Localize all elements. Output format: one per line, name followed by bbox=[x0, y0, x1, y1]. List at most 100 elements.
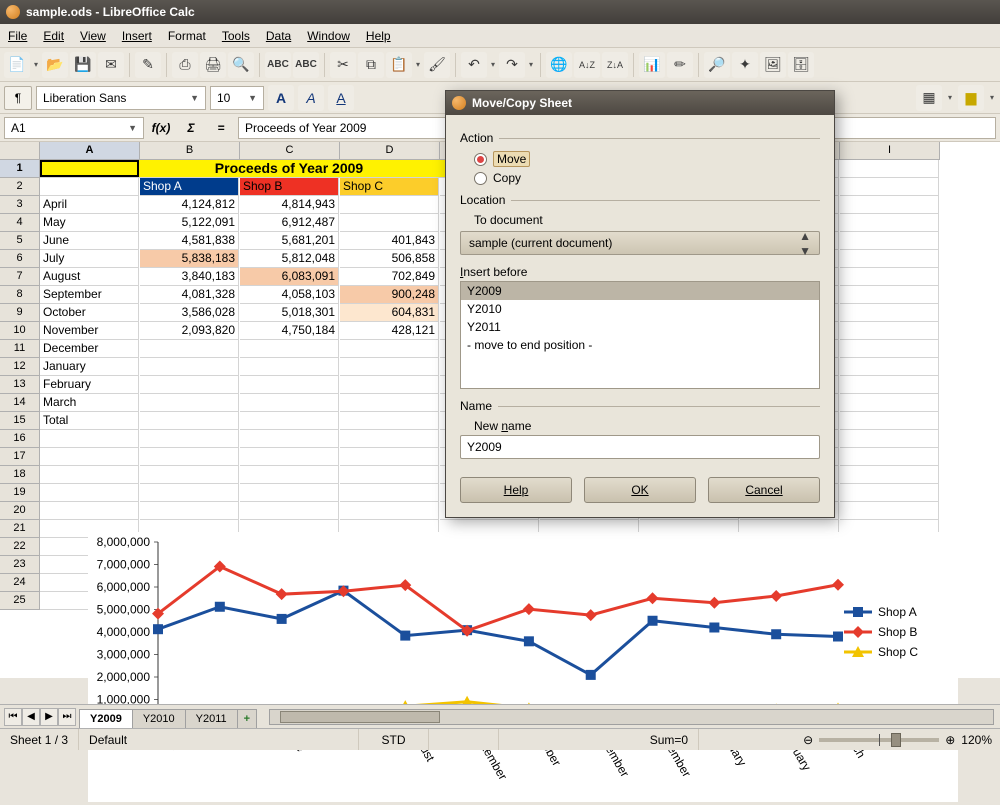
auto-spellcheck-icon[interactable]: ABC bbox=[293, 52, 319, 78]
cell[interactable]: 6,083,091 bbox=[240, 268, 339, 286]
row-header[interactable]: 15 bbox=[0, 412, 39, 430]
cell[interactable] bbox=[140, 376, 239, 394]
cell[interactable] bbox=[40, 448, 139, 466]
format-paint-icon[interactable]: 🖌 bbox=[424, 52, 450, 78]
undo-dropdown-icon[interactable]: ▾ bbox=[489, 52, 497, 78]
cell[interactable] bbox=[840, 232, 939, 250]
cell[interactable] bbox=[840, 430, 939, 448]
menu-edit[interactable]: Edit bbox=[35, 26, 72, 46]
pdf-icon[interactable]: ⎙ bbox=[172, 52, 198, 78]
row-header[interactable]: 5 bbox=[0, 232, 39, 250]
save-icon[interactable]: 💾 bbox=[70, 52, 96, 78]
row-header[interactable]: 20 bbox=[0, 502, 39, 520]
cell[interactable]: 4,814,943 bbox=[240, 196, 339, 214]
tab-last-icon[interactable]: ⏭ bbox=[58, 708, 76, 726]
cell[interactable] bbox=[840, 394, 939, 412]
cell[interactable] bbox=[340, 448, 439, 466]
cell[interactable] bbox=[340, 394, 439, 412]
cell[interactable] bbox=[40, 430, 139, 448]
tab-first-icon[interactable]: ⏮ bbox=[4, 708, 22, 726]
cell[interactable]: August bbox=[40, 268, 139, 286]
cell[interactable] bbox=[340, 196, 439, 214]
cell[interactable] bbox=[40, 466, 139, 484]
row-header[interactable]: 6 bbox=[0, 250, 39, 268]
cell[interactable]: February bbox=[40, 376, 139, 394]
row-header[interactable]: 1 bbox=[0, 160, 39, 178]
cell[interactable]: April bbox=[40, 196, 139, 214]
cell[interactable]: 5,838,183 bbox=[140, 250, 239, 268]
cell[interactable] bbox=[840, 160, 939, 178]
cell[interactable]: 604,831 bbox=[340, 304, 439, 322]
email-icon[interactable]: ✉ bbox=[98, 52, 124, 78]
cell[interactable]: 702,849 bbox=[340, 268, 439, 286]
row-header[interactable]: 4 bbox=[0, 214, 39, 232]
cell[interactable]: 5,812,048 bbox=[240, 250, 339, 268]
cell[interactable] bbox=[840, 448, 939, 466]
cell[interactable] bbox=[40, 484, 139, 502]
ok-button[interactable]: OK bbox=[584, 477, 696, 503]
insert-before-list[interactable]: Y2009 Y2010 Y2011 - move to end position… bbox=[460, 281, 820, 389]
cell[interactable] bbox=[340, 484, 439, 502]
cell[interactable] bbox=[840, 214, 939, 232]
cell[interactable]: 3,586,028 bbox=[140, 304, 239, 322]
list-item[interactable]: - move to end position - bbox=[461, 336, 819, 354]
cell[interactable]: 4,581,838 bbox=[140, 232, 239, 250]
list-item[interactable]: Y2011 bbox=[461, 318, 819, 336]
font-size-combo[interactable]: 10▼ bbox=[210, 86, 264, 110]
cell[interactable] bbox=[240, 394, 339, 412]
column-header[interactable]: B bbox=[140, 142, 240, 159]
chart-icon[interactable]: 📊 bbox=[639, 52, 665, 78]
edit-icon[interactable]: ✎ bbox=[135, 52, 161, 78]
cell[interactable] bbox=[840, 484, 939, 502]
menu-help[interactable]: Help bbox=[358, 26, 399, 46]
cell[interactable] bbox=[840, 340, 939, 358]
menu-format[interactable]: Format bbox=[160, 26, 214, 46]
cell[interactable]: 4,058,103 bbox=[240, 286, 339, 304]
menu-file[interactable]: File bbox=[0, 26, 35, 46]
cut-icon[interactable]: ✂ bbox=[330, 52, 356, 78]
cell-reference-box[interactable]: A1▼ bbox=[4, 117, 144, 139]
list-item[interactable]: Y2009 bbox=[461, 282, 819, 300]
styles-icon[interactable]: ¶ bbox=[4, 86, 32, 110]
open-icon[interactable]: 📂 bbox=[42, 52, 68, 78]
preview-icon[interactable]: 🔍 bbox=[228, 52, 254, 78]
underline-icon[interactable]: A bbox=[328, 85, 354, 111]
to-document-combo[interactable]: sample (current document) ▲▼ bbox=[460, 231, 820, 255]
cell[interactable] bbox=[140, 412, 239, 430]
zoom-out-icon[interactable]: ⊖ bbox=[803, 733, 813, 747]
cell[interactable]: September bbox=[40, 286, 139, 304]
sheet-tab-y2009[interactable]: Y2009 bbox=[79, 709, 133, 728]
row-header[interactable]: 14 bbox=[0, 394, 39, 412]
cell[interactable]: May bbox=[40, 214, 139, 232]
menu-data[interactable]: Data bbox=[258, 26, 299, 46]
grid-icon[interactable]: ▦ bbox=[916, 85, 942, 111]
cell[interactable]: 4,750,184 bbox=[240, 322, 339, 340]
cell[interactable]: 2,093,820 bbox=[140, 322, 239, 340]
radio-move[interactable]: Move bbox=[460, 149, 820, 169]
cancel-button[interactable]: Cancel bbox=[708, 477, 820, 503]
cell[interactable]: Shop C bbox=[340, 178, 439, 196]
cell[interactable]: 401,843 bbox=[340, 232, 439, 250]
cell[interactable]: 4,124,812 bbox=[140, 196, 239, 214]
function-wizard-icon[interactable]: f(x) bbox=[148, 117, 174, 139]
row-header[interactable]: 12 bbox=[0, 358, 39, 376]
hyperlink-icon[interactable]: 🌐 bbox=[546, 52, 572, 78]
cell[interactable] bbox=[340, 430, 439, 448]
print-icon[interactable]: 🖨 bbox=[200, 52, 226, 78]
cell[interactable] bbox=[140, 430, 239, 448]
cell[interactable]: January bbox=[40, 358, 139, 376]
cell[interactable] bbox=[840, 196, 939, 214]
cell[interactable]: 4,081,328 bbox=[140, 286, 239, 304]
cell[interactable]: 6,912,487 bbox=[240, 214, 339, 232]
sheet-tab-y2011[interactable]: Y2011 bbox=[185, 709, 238, 728]
cell[interactable] bbox=[340, 214, 439, 232]
cell[interactable] bbox=[840, 250, 939, 268]
row-header[interactable]: 2 bbox=[0, 178, 39, 196]
cell[interactable] bbox=[140, 502, 239, 520]
cell[interactable]: Shop A bbox=[140, 178, 239, 196]
cell[interactable] bbox=[140, 448, 239, 466]
cell[interactable] bbox=[240, 502, 339, 520]
new-name-input[interactable] bbox=[460, 435, 820, 459]
cell[interactable] bbox=[840, 376, 939, 394]
cell[interactable] bbox=[340, 340, 439, 358]
